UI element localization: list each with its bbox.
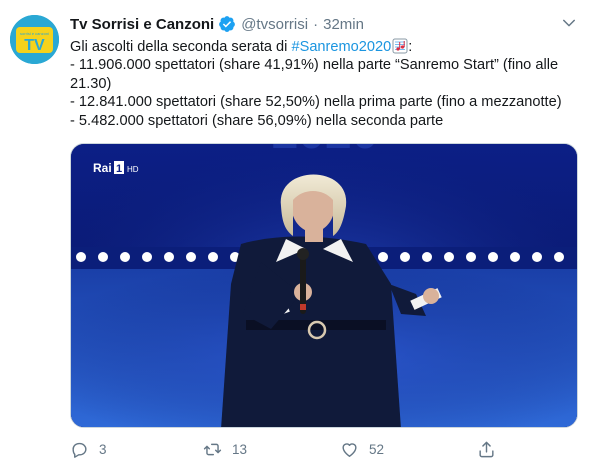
tweet-line-3: 21.30) bbox=[70, 75, 112, 92]
heart-icon bbox=[342, 442, 357, 457]
separator-dot: · bbox=[313, 15, 319, 33]
reply-icon bbox=[72, 442, 87, 458]
hashtag-link[interactable]: #Sanremo2020 bbox=[291, 39, 391, 55]
music-score-emoji-icon bbox=[392, 38, 408, 54]
tweet-line-1-text: Gli ascolti della seconda serata di bbox=[70, 39, 292, 55]
tweet-line-4: - 12.841.000 spettatori (share 52,50%) n… bbox=[70, 94, 562, 111]
avatar[interactable]: sorrisi e canzoni TV bbox=[10, 15, 59, 64]
verified-badge-icon bbox=[218, 15, 236, 33]
reply-count: 3 bbox=[99, 441, 107, 457]
share-icon bbox=[479, 441, 494, 457]
logo-small-text: sorrisi e canzoni bbox=[20, 31, 49, 36]
channel-hd-text: HD bbox=[127, 165, 139, 174]
timestamp[interactable]: 32min bbox=[323, 16, 364, 33]
tweet-line-1: Gli ascolti della seconda serata di #San… bbox=[70, 38, 578, 56]
reply-button[interactable]: 3 bbox=[70, 440, 107, 459]
retweet-count: 13 bbox=[232, 441, 248, 457]
tweet-text: Gli ascolti della seconda serata di #San… bbox=[70, 38, 578, 130]
tweet-line-1-suffix: : bbox=[408, 39, 413, 55]
channel-logo-text: Rai bbox=[93, 161, 112, 175]
retweet-button[interactable]: 13 bbox=[203, 440, 247, 459]
tweet-line-5: - 5.482.000 spettatori (share 56,09%) ne… bbox=[70, 112, 444, 129]
account-handle[interactable]: @tvsorrisi bbox=[241, 16, 308, 33]
like-button[interactable]: 52 bbox=[340, 440, 384, 459]
tweet-card[interactable]: sorrisi e canzoni TV Tv Sorrisi e Canzon… bbox=[0, 0, 590, 465]
logo-tv-text: TV bbox=[24, 37, 45, 54]
tweet-line-2: - 11.906.000 spettatori (share 41,91%) n… bbox=[70, 57, 559, 74]
share-button[interactable] bbox=[477, 440, 496, 459]
more-options-chevron-down-icon[interactable] bbox=[560, 14, 578, 32]
like-count: 52 bbox=[369, 441, 385, 457]
retweet-icon bbox=[203, 443, 222, 455]
tweet-actions: 3 13 52 bbox=[70, 438, 578, 460]
tweet-header: Tv Sorrisi e Canzoni @tvsorrisi · 32min bbox=[70, 14, 364, 34]
channel-number: 1 bbox=[116, 163, 122, 175]
tweet-media-image[interactable]: 2020 bbox=[70, 143, 578, 428]
tv-sorrisi-logo: sorrisi e canzoni TV bbox=[10, 15, 59, 64]
account-name[interactable]: Tv Sorrisi e Canzoni bbox=[70, 16, 214, 33]
stage-photo: 2020 bbox=[71, 144, 577, 427]
